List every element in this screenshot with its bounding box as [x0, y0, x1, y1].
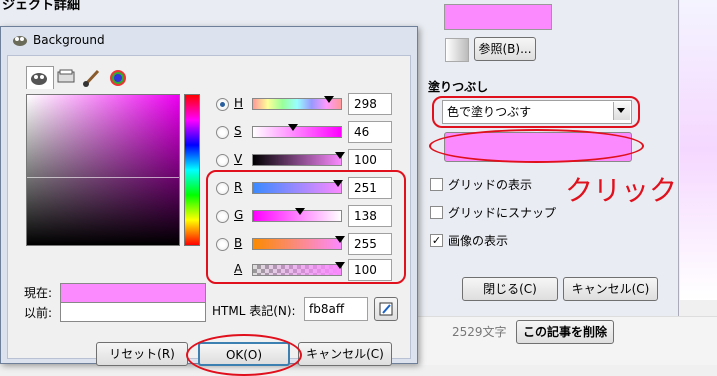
html-notation-input[interactable]: fb8aff: [304, 297, 368, 321]
canvas-strip: [680, 0, 717, 300]
dialog-title: Background: [33, 33, 105, 47]
dialog-cancel-button[interactable]: キャンセル(C): [298, 342, 392, 366]
fill-color-preview: [444, 4, 552, 30]
radio-h[interactable]: [216, 98, 229, 111]
input-h[interactable]: 298: [348, 93, 392, 115]
gimp-logo-icon: [11, 33, 29, 47]
radio-v[interactable]: [216, 154, 229, 167]
ok-highlight: [186, 334, 302, 376]
label-s: S: [234, 124, 242, 138]
snap-grid-label: グリッドにスナップ: [448, 206, 557, 220]
tab-gimp-selector[interactable]: [26, 66, 54, 89]
label-v: V: [234, 152, 243, 166]
show-grid-label: グリッドの表示: [448, 178, 533, 192]
radio-s[interactable]: [216, 126, 229, 139]
input-v[interactable]: 100: [348, 149, 392, 171]
reset-label: リセット(R): [109, 347, 175, 361]
color-button-highlight: [429, 129, 644, 163]
pattern-thumbnail[interactable]: [445, 38, 469, 62]
show-grid-checkbox[interactable]: [430, 178, 443, 191]
previous-color-swatch: [60, 303, 206, 322]
object-cancel-label: キャンセル(C): [571, 282, 650, 296]
select-highlight: [432, 96, 640, 128]
fill-section-label: 塗りつぶし: [428, 80, 489, 94]
close-label: 閉じる(C): [483, 282, 537, 296]
object-cancel-button[interactable]: キャンセル(C): [563, 277, 658, 301]
snap-grid-checkbox[interactable]: [430, 206, 443, 219]
tab-cmyk-selector[interactable]: [54, 68, 78, 88]
dialog-cancel-label: キャンセル(C): [306, 347, 384, 361]
dialog-body: H 298 S 46 V 100 R 251 G 138 B 255 A 100: [7, 55, 411, 376]
delete-article-label: この記事を削除: [522, 325, 607, 339]
slider-v[interactable]: [252, 154, 342, 166]
color-dialog: Background H 298 S 46 V 100 R 251 G 138 …: [0, 26, 418, 376]
show-image-label: 画像の表示: [448, 234, 509, 248]
close-button[interactable]: 閉じる(C): [462, 277, 558, 301]
eyedropper-icon[interactable]: [374, 297, 398, 321]
input-s[interactable]: 46: [348, 121, 392, 143]
current-color-swatch: [60, 283, 206, 303]
click-annotation: クリック: [565, 174, 678, 207]
html-notation-label: HTML 表記(N):: [212, 304, 296, 318]
rgb-highlight: [206, 170, 406, 284]
browse-button[interactable]: 参照(B)...: [474, 37, 536, 61]
saturation-value-field[interactable]: [26, 94, 180, 246]
label-h: H: [234, 96, 244, 110]
browse-label: 参照(B)...: [478, 42, 532, 56]
hue-strip[interactable]: [184, 94, 200, 246]
word-count: 2529文字: [452, 325, 507, 339]
delete-article-button[interactable]: この記事を削除: [516, 320, 614, 344]
current-label: 現在:: [24, 286, 53, 300]
tab-watercolor-selector[interactable]: [80, 68, 104, 88]
show-image-checkbox[interactable]: ✓: [430, 234, 443, 247]
reset-button[interactable]: リセット(R): [96, 342, 188, 366]
previous-label: 以前:: [24, 306, 53, 320]
tab-wheel-selector[interactable]: [106, 68, 130, 88]
window-title-fragment: ジェクト詳細: [2, 0, 81, 13]
